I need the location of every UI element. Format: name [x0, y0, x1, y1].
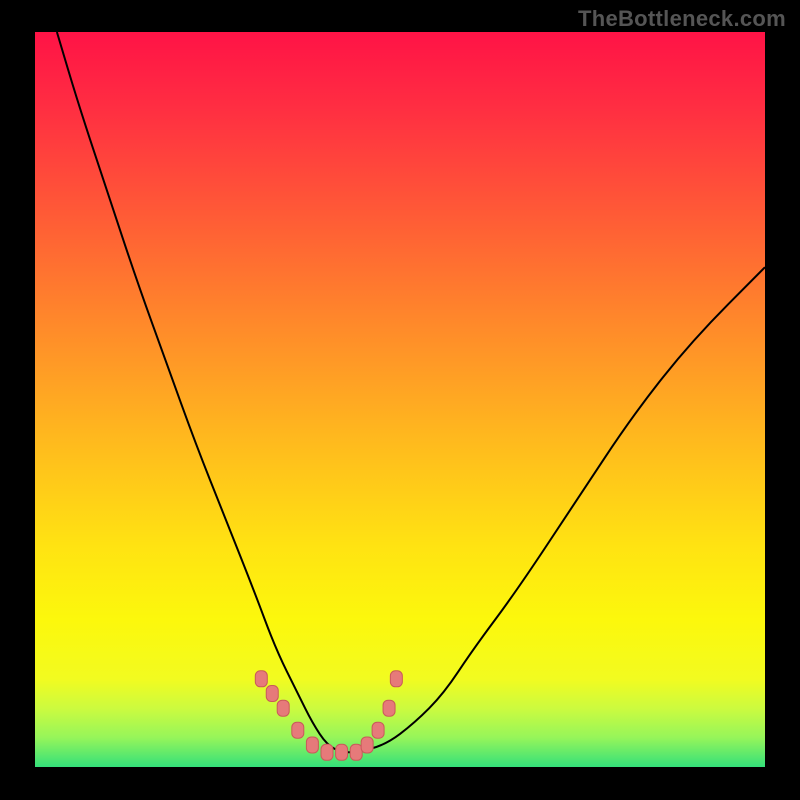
bead-marker: [361, 737, 373, 753]
bead-marker: [372, 722, 384, 738]
bead-marker: [255, 671, 267, 687]
watermark-text: TheBottleneck.com: [578, 6, 786, 32]
bead-marker: [390, 671, 402, 687]
bead-marker: [306, 737, 318, 753]
bead-marker: [277, 700, 289, 716]
bottleneck-curve-svg: [35, 32, 765, 767]
bead-marker: [321, 744, 333, 760]
bead-marker: [383, 700, 395, 716]
bottleneck-curve: [57, 32, 765, 752]
bead-markers: [255, 671, 402, 761]
bead-marker: [292, 722, 304, 738]
bead-marker: [350, 744, 362, 760]
bead-marker: [266, 686, 278, 702]
plot-area: [35, 32, 765, 767]
chart-frame: TheBottleneck.com: [0, 0, 800, 800]
bead-marker: [336, 744, 348, 760]
